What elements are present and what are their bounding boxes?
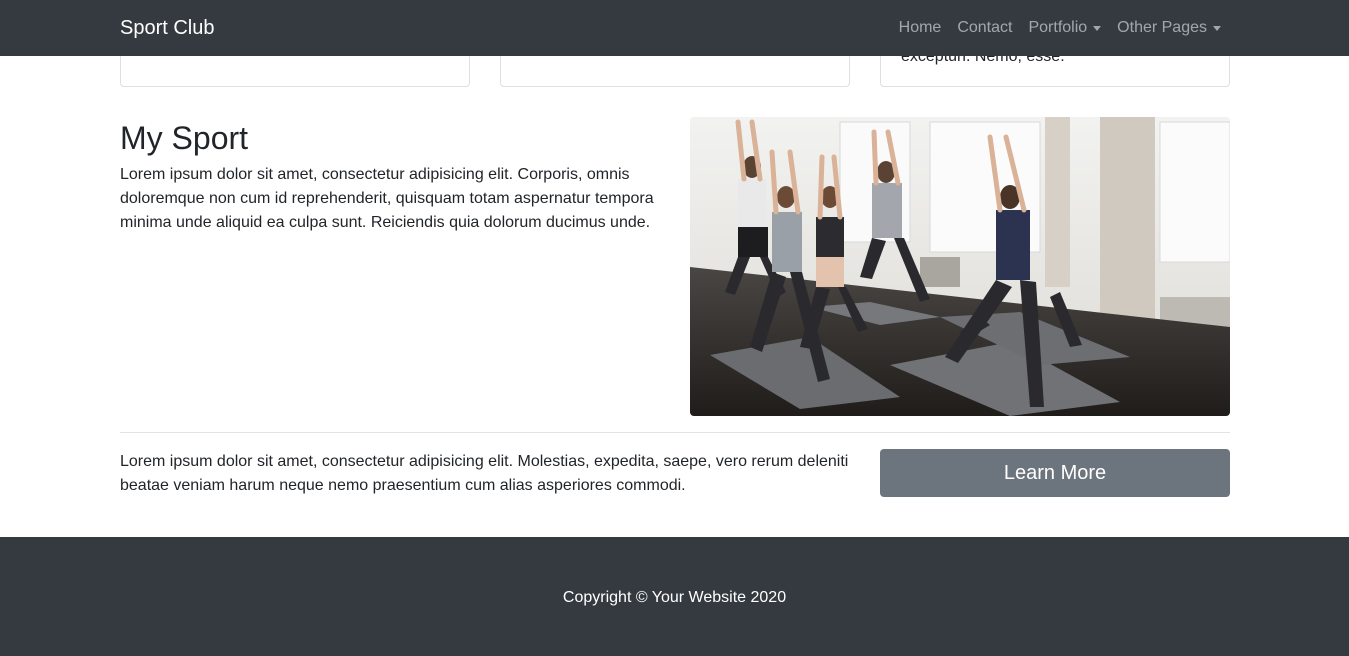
nav-menu: Home Contact Portfolio Other Pages — [891, 17, 1229, 39]
footer: Copyright © Your Website 2020 — [0, 537, 1349, 656]
nav-item-other-pages-label: Other Pages — [1117, 19, 1207, 36]
nav-item-home[interactable]: Home — [891, 17, 950, 39]
nav-item-home-label: Home — [898, 19, 942, 36]
nav-item-portfolio-label: Portfolio — [1028, 19, 1088, 36]
learn-more-button[interactable]: Learn More — [880, 449, 1230, 497]
cta-text: Lorem ipsum dolor sit amet, consectetur … — [120, 453, 849, 494]
chevron-down-icon — [1093, 25, 1102, 31]
navbar: Sport Club Home Contact Portfolio Other … — [0, 0, 1349, 56]
copyright-text: Copyright © Your Website 2020 — [562, 589, 787, 606]
section-divider — [120, 432, 1230, 433]
nav-item-other-pages[interactable]: Other Pages — [1109, 17, 1229, 39]
section-title: My Sport — [120, 120, 249, 156]
nav-item-portfolio[interactable]: Portfolio — [1020, 17, 1109, 39]
yoga-class-image — [690, 117, 1230, 416]
nav-item-contact-label: Contact — [957, 19, 1013, 36]
brand-logo[interactable]: Sport Club — [120, 15, 215, 41]
section-paragraph: Lorem ipsum dolor sit amet, consectetur … — [120, 166, 654, 231]
nav-item-contact[interactable]: Contact — [949, 17, 1020, 39]
chevron-down-icon — [1213, 25, 1221, 31]
